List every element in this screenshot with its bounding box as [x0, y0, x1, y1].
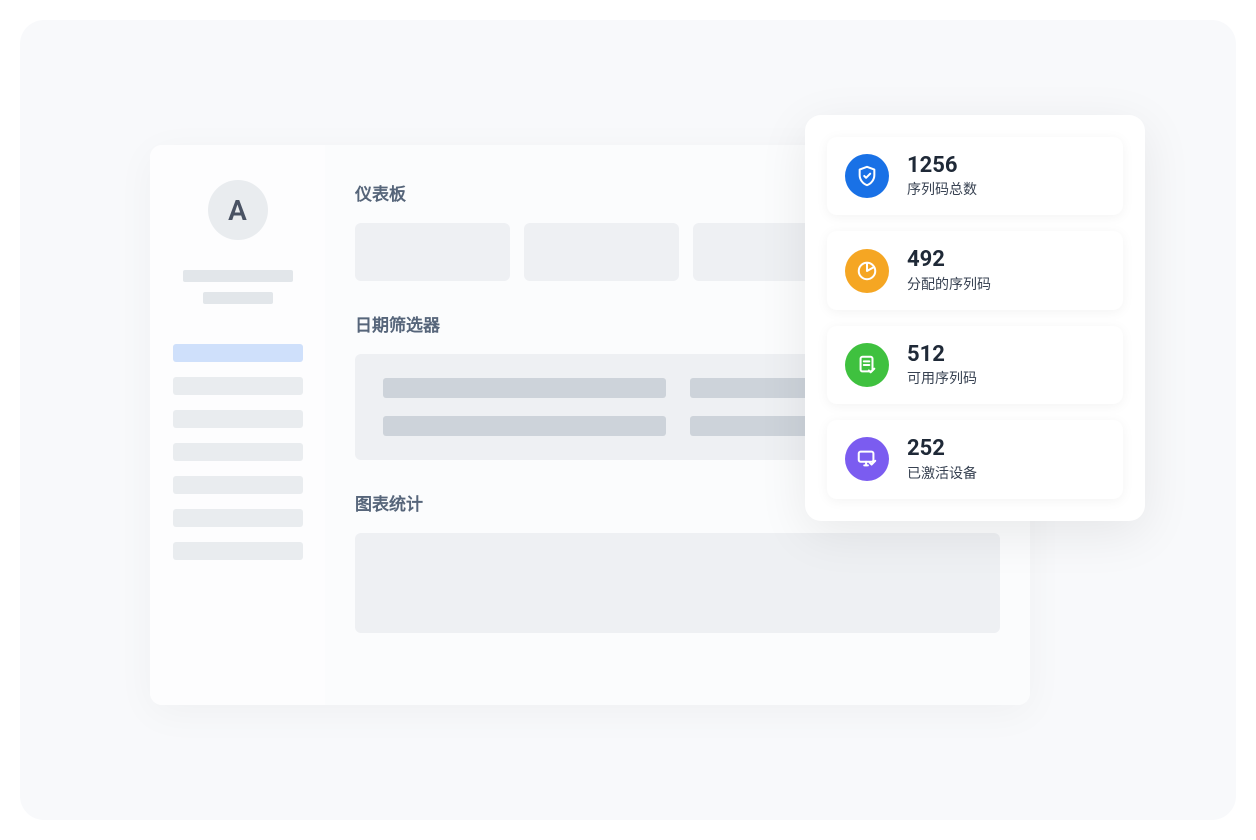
stat-label: 分配的序列码 — [907, 274, 991, 294]
sidebar-item-active[interactable] — [173, 344, 303, 362]
sidebar-item[interactable] — [173, 410, 303, 428]
sidebar-username-placeholder — [183, 270, 293, 282]
filter-input-placeholder[interactable] — [383, 416, 666, 436]
sidebar-item[interactable] — [173, 509, 303, 527]
avatar[interactable]: A — [208, 180, 268, 240]
sidebar-item[interactable] — [173, 476, 303, 494]
filter-input-placeholder[interactable] — [383, 378, 666, 398]
stat-text: 1256 序列码总数 — [907, 153, 977, 199]
placeholder-card — [524, 223, 679, 281]
stat-label: 可用序列码 — [907, 368, 977, 388]
stat-value: 1256 — [907, 153, 977, 179]
stat-card-assigned-serials: 492 分配的序列码 — [827, 231, 1123, 309]
stats-panel: 1256 序列码总数 492 分配的序列码 — [805, 115, 1145, 521]
chart-placeholder — [355, 533, 1000, 633]
sidebar-item[interactable] — [173, 542, 303, 560]
document-check-icon — [845, 343, 889, 387]
sidebar-role-placeholder — [203, 292, 273, 304]
pie-chart-icon — [845, 249, 889, 293]
stat-text: 512 可用序列码 — [907, 342, 977, 388]
stat-value: 512 — [907, 342, 977, 368]
stat-card-total-serials: 1256 序列码总数 — [827, 137, 1123, 215]
stat-text: 492 分配的序列码 — [907, 247, 991, 293]
sidebar-item[interactable] — [173, 377, 303, 395]
avatar-letter: A — [228, 194, 247, 227]
stat-label: 已激活设备 — [907, 463, 977, 483]
sidebar-item[interactable] — [173, 443, 303, 461]
stat-card-activated-devices: 252 已激活设备 — [827, 420, 1123, 498]
shield-check-icon — [845, 154, 889, 198]
stat-card-available-serials: 512 可用序列码 — [827, 326, 1123, 404]
placeholder-card — [355, 223, 510, 281]
sidebar: A — [150, 145, 325, 705]
stat-value: 492 — [907, 247, 991, 273]
stat-text: 252 已激活设备 — [907, 436, 977, 482]
outer-frame: A 仪表板 日期筛选器 — [20, 20, 1236, 820]
monitor-check-icon — [845, 437, 889, 481]
stat-label: 序列码总数 — [907, 179, 977, 199]
stat-value: 252 — [907, 436, 977, 462]
